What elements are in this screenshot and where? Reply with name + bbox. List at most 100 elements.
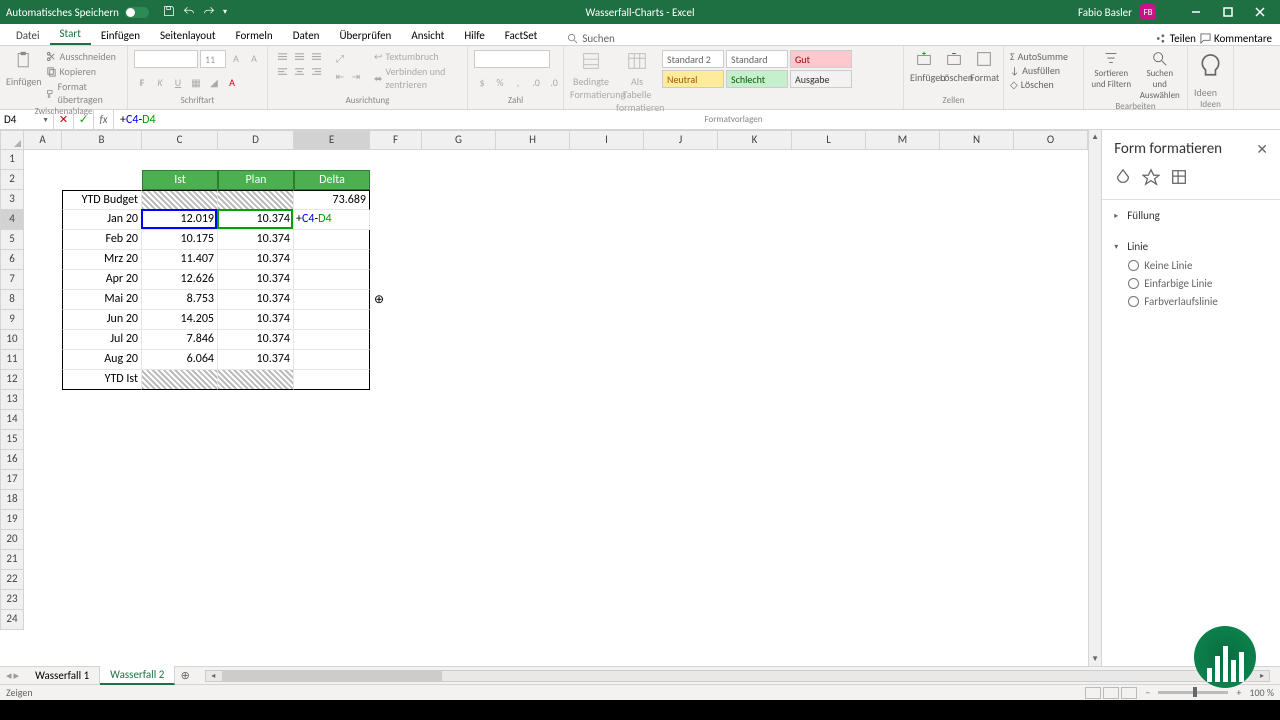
sort-filter-button[interactable]: Sortieren und Filtern [1090, 50, 1133, 90]
radio-icon[interactable] [1128, 278, 1139, 289]
number-format-combo[interactable] [474, 50, 550, 68]
cell-E8[interactable] [294, 290, 370, 310]
comma-format-icon[interactable]: , [510, 74, 526, 90]
delete-cells-button[interactable]: Löschen [940, 50, 968, 84]
col-header-h[interactable]: H [496, 130, 570, 150]
row-header-11[interactable]: 11 [0, 350, 24, 370]
select-all-button[interactable] [0, 130, 24, 150]
col-header-e[interactable]: E [294, 130, 370, 150]
cell-C10[interactable]: 7.846 [142, 330, 218, 350]
fill-color-button[interactable]: ◢ [206, 74, 222, 90]
row-header-4[interactable]: 4 [0, 210, 24, 230]
format-cells-button[interactable]: Format [970, 50, 998, 84]
row-header-7[interactable]: 7 [0, 270, 24, 290]
cell-D7[interactable]: 10.374 [218, 270, 294, 290]
redo-icon[interactable] [203, 5, 215, 20]
scroll-left-icon[interactable]: ◂ [206, 671, 220, 681]
copy-button[interactable]: Kopieren [46, 65, 121, 78]
insert-cells-button[interactable]: Einfügen [910, 50, 938, 84]
row-header-23[interactable]: 23 [0, 590, 24, 610]
decrease-indent-icon[interactable]: ⇤ [332, 68, 348, 84]
cell-B12[interactable]: YTD Ist [62, 370, 142, 390]
line-option-gradient[interactable]: Farbverlaufslinie [1128, 295, 1268, 308]
clear-button[interactable]: ◇ Löschen [1010, 78, 1054, 91]
cell-B9[interactable]: Jun 20 [62, 310, 142, 330]
zoom-slider[interactable] [1158, 691, 1228, 694]
scroll-down-icon[interactable]: ▼ [1089, 652, 1101, 666]
row-header-18[interactable]: 18 [0, 490, 24, 510]
row-header-17[interactable]: 17 [0, 470, 24, 490]
cell-C9[interactable]: 14.205 [142, 310, 218, 330]
paste-button[interactable]: Einfügen [6, 50, 42, 88]
cell-C7[interactable]: 12.626 [142, 270, 218, 290]
increase-decimal-icon[interactable]: .0 [528, 74, 544, 90]
align-middle-icon[interactable] [291, 50, 307, 64]
radio-icon[interactable] [1128, 260, 1139, 271]
save-icon[interactable] [163, 5, 175, 20]
align-left-icon[interactable] [274, 65, 290, 79]
line-section-header[interactable]: ▾Linie [1114, 237, 1268, 256]
row-header-15[interactable]: 15 [0, 430, 24, 450]
row-header-21[interactable]: 21 [0, 550, 24, 570]
row-header-24[interactable]: 24 [0, 610, 24, 630]
vertical-scrollbar[interactable]: ▲ ▼ [1088, 130, 1101, 666]
style-schlecht[interactable]: Schlecht [726, 70, 788, 88]
col-header-o[interactable]: O [1014, 130, 1088, 150]
page-break-view-icon[interactable] [1121, 687, 1137, 699]
tab-nav-first-icon[interactable]: ◂ [6, 669, 12, 682]
horizontal-scrollbar[interactable]: ◂ ▸ [205, 670, 1270, 682]
align-top-icon[interactable] [274, 50, 290, 64]
increase-indent-icon[interactable]: ⇥ [348, 68, 364, 84]
scroll-thumb[interactable] [222, 671, 442, 681]
align-right-icon[interactable] [308, 65, 324, 79]
share-button[interactable]: Teilen [1156, 32, 1196, 45]
scroll-up-icon[interactable]: ▲ [1089, 130, 1101, 144]
wrap-text-button[interactable]: ↩Textumbruch [374, 50, 461, 63]
row-header-14[interactable]: 14 [0, 410, 24, 430]
cell-E5[interactable] [294, 230, 370, 250]
tab-page-layout[interactable]: Seitenlayout [150, 25, 226, 45]
cell-D4[interactable]: 10.374 [218, 210, 294, 230]
fill-section-header[interactable]: ▸Füllung [1114, 206, 1268, 225]
row-header-6[interactable]: 6 [0, 250, 24, 270]
cell-styles-gallery[interactable]: Standard 2 Standard Gut Neutral Schlecht… [662, 50, 852, 88]
format-painter-button[interactable]: Format übertragen [46, 80, 121, 106]
cell-E2[interactable]: Delta [294, 170, 370, 190]
new-sheet-button[interactable]: ⊕ [175, 669, 195, 682]
user-avatar-icon[interactable]: FB [1140, 4, 1156, 20]
cell-D11[interactable]: 10.374 [218, 350, 294, 370]
align-center-icon[interactable] [291, 65, 307, 79]
cell-E12[interactable] [294, 370, 370, 390]
italic-button[interactable]: K [152, 74, 168, 90]
col-header-k[interactable]: K [718, 130, 792, 150]
font-name-combo[interactable] [134, 50, 198, 68]
tab-data[interactable]: Daten [283, 25, 330, 45]
tab-review[interactable]: Überprüfen [329, 25, 401, 45]
cell-B5[interactable]: Feb 20 [62, 230, 142, 250]
cell-C6[interactable]: 11.407 [142, 250, 218, 270]
tell-me-search[interactable]: Suchen [567, 32, 615, 45]
zoom-level[interactable]: 100 % [1249, 686, 1274, 699]
sheet-tab-wasserfall1[interactable]: Wasserfall 1 [25, 667, 100, 684]
cell-D8[interactable]: 10.374 [218, 290, 294, 310]
col-header-a[interactable]: A [24, 130, 62, 150]
cell-C8[interactable]: 8.753 [142, 290, 218, 310]
name-box[interactable]: D4▼ [0, 110, 54, 129]
accounting-format-icon[interactable]: $ [474, 74, 490, 90]
cell-E6[interactable] [294, 250, 370, 270]
tab-formulas[interactable]: Formeln [226, 25, 283, 45]
col-header-c[interactable]: C [142, 130, 218, 150]
cell-C2[interactable]: Ist [142, 170, 218, 190]
row-header-5[interactable]: 5 [0, 230, 24, 250]
style-ausgabe[interactable]: Ausgabe [790, 70, 852, 88]
col-header-f[interactable]: F [370, 130, 422, 150]
cell-D12[interactable] [218, 370, 294, 390]
enter-formula-button[interactable]: ✓ [74, 110, 94, 129]
tab-help[interactable]: Hilfe [454, 25, 494, 45]
find-select-button[interactable]: Suchen und Auswählen [1139, 50, 1182, 101]
tab-start[interactable]: Start [50, 23, 91, 45]
row-header-9[interactable]: 9 [0, 310, 24, 330]
page-layout-view-icon[interactable] [1103, 687, 1119, 699]
col-header-m[interactable]: M [866, 130, 940, 150]
user-name[interactable]: Fabio Basler [1078, 6, 1132, 19]
